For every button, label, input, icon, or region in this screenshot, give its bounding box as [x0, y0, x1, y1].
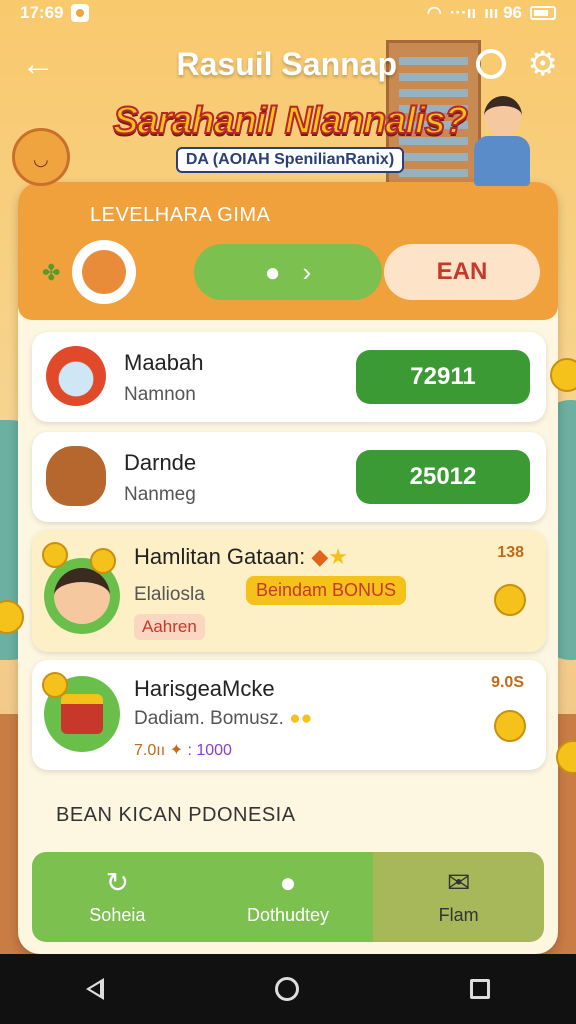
value-button[interactable]: 72911: [356, 350, 530, 404]
status-time: 17:69: [20, 3, 64, 22]
item-subtitle: Elaliosla: [134, 584, 205, 605]
sparkle-icon: ✦: [169, 742, 183, 759]
tab-label: Dothudtey: [246, 904, 330, 925]
list-item[interactable]: Maabah Namnon 72911: [32, 332, 546, 422]
tab-soheia[interactable]: ↻ Soheia: [32, 852, 203, 942]
app-header: ← Rasuil Sannap ⚙: [0, 36, 576, 92]
item-subtitle: Nanmeg: [124, 484, 196, 505]
banner-subtitle: DA (AOIAH SpenilianRanix): [175, 147, 405, 173]
coin-button-icon[interactable]: [494, 584, 526, 616]
sprout-icon: ✤: [42, 260, 61, 285]
item-name: HarisgeaMcke: [134, 676, 275, 701]
tab-label: Flam: [438, 904, 479, 925]
nav-home-icon[interactable]: [274, 977, 299, 1001]
reward-points: : 1000: [187, 742, 232, 759]
tab-label: Soheia: [89, 904, 146, 925]
banner: Sarahanil Nlannalis? DA (AOIAH Spenilian…: [90, 99, 490, 173]
diamond-icon: ◆: [311, 544, 329, 569]
chevron-right-icon: ›: [302, 256, 312, 287]
tab-flam[interactable]: ✉ Flam: [373, 852, 544, 942]
reward-amount: 7.0ıı: [134, 742, 166, 759]
value-button[interactable]: 25012: [356, 450, 530, 504]
item-value: 9.0S: [491, 674, 524, 691]
banner-title: Sarahanil Nlannalis?: [112, 99, 469, 143]
bottom-tabs: ↻ Soheia ● Dothudtey ✉ Flam: [32, 852, 544, 942]
item-subtitle: Dadiam. Bomusz. ●●: [134, 708, 313, 729]
coin-icon: [550, 358, 576, 392]
coin-icon: ●●: [289, 708, 313, 729]
nav-back-icon[interactable]: [85, 978, 104, 1000]
chat-icon: ●: [279, 866, 297, 898]
coin-button-icon[interactable]: [494, 710, 526, 742]
coin-icon: [42, 542, 68, 568]
tab-dothudtey[interactable]: ● Dothudtey: [202, 852, 374, 942]
toggle-button[interactable]: ● ›: [194, 244, 382, 300]
list-item[interactable]: HarisgeaMcke Dadiam. Bomusz. ●● 7.0ıı ✦ …: [32, 660, 546, 770]
section-label: BEAN KICAN PDONESIA: [56, 804, 296, 826]
coin-icon: [90, 548, 116, 574]
item-name: Hamlitan Gataan: ◆★: [134, 544, 348, 569]
avatar[interactable]: [72, 240, 136, 304]
main-card: LEVELHARA GIMA ✤ ● › EAN Maabah Namnon 7…: [18, 182, 558, 954]
system-nav-bar: [0, 954, 576, 1024]
wifi-icon: ◠: [426, 3, 442, 22]
level-panel: LEVELHARA GIMA ✤ ● › EAN: [18, 182, 558, 320]
mascot-icon: [12, 128, 70, 186]
refresh-icon: ↻: [105, 866, 130, 898]
list-item[interactable]: Darnde Nanmeg 25012: [32, 432, 546, 522]
bowl-icon: [46, 346, 106, 406]
level-label: LEVELHARA GIMA: [90, 204, 271, 226]
tag-badge: Aahren: [134, 614, 205, 640]
battery-text: ııı 96: [484, 3, 522, 22]
refresh-icon[interactable]: [475, 49, 506, 79]
star-icon: ★: [328, 544, 348, 569]
gear-icon[interactable]: ⚙: [528, 47, 558, 81]
coin-icon: [42, 672, 68, 698]
item-name: Darnde: [124, 450, 197, 475]
moon-icon: ●: [264, 256, 281, 287]
nav-recents-icon[interactable]: [470, 979, 491, 999]
battery-icon: [530, 6, 556, 20]
item-value: 138: [497, 544, 524, 561]
bonus-badge: Beindam BONUS: [246, 576, 407, 605]
back-arrow-icon[interactable]: ←: [18, 44, 58, 84]
reward-line: 7.0ıı ✦ : 1000: [134, 740, 232, 760]
item-subtitle: Namnon: [124, 384, 196, 405]
ean-button[interactable]: EAN: [384, 244, 540, 300]
list-item[interactable]: Hamlitan Gataan: ◆★ Elaliosla Beindam BO…: [32, 530, 546, 652]
item-name: Maabah: [124, 350, 204, 375]
person-illustration: [466, 96, 536, 186]
app-notification-icon: [71, 4, 90, 22]
signal-icon: ···ıı: [449, 3, 477, 22]
page-title: Rasuil Sannap: [176, 45, 398, 82]
bear-icon: [46, 446, 106, 506]
status-bar: 17:69 ◠ ···ıı ııı 96: [0, 0, 576, 26]
ticket-icon: ✉: [446, 866, 471, 898]
